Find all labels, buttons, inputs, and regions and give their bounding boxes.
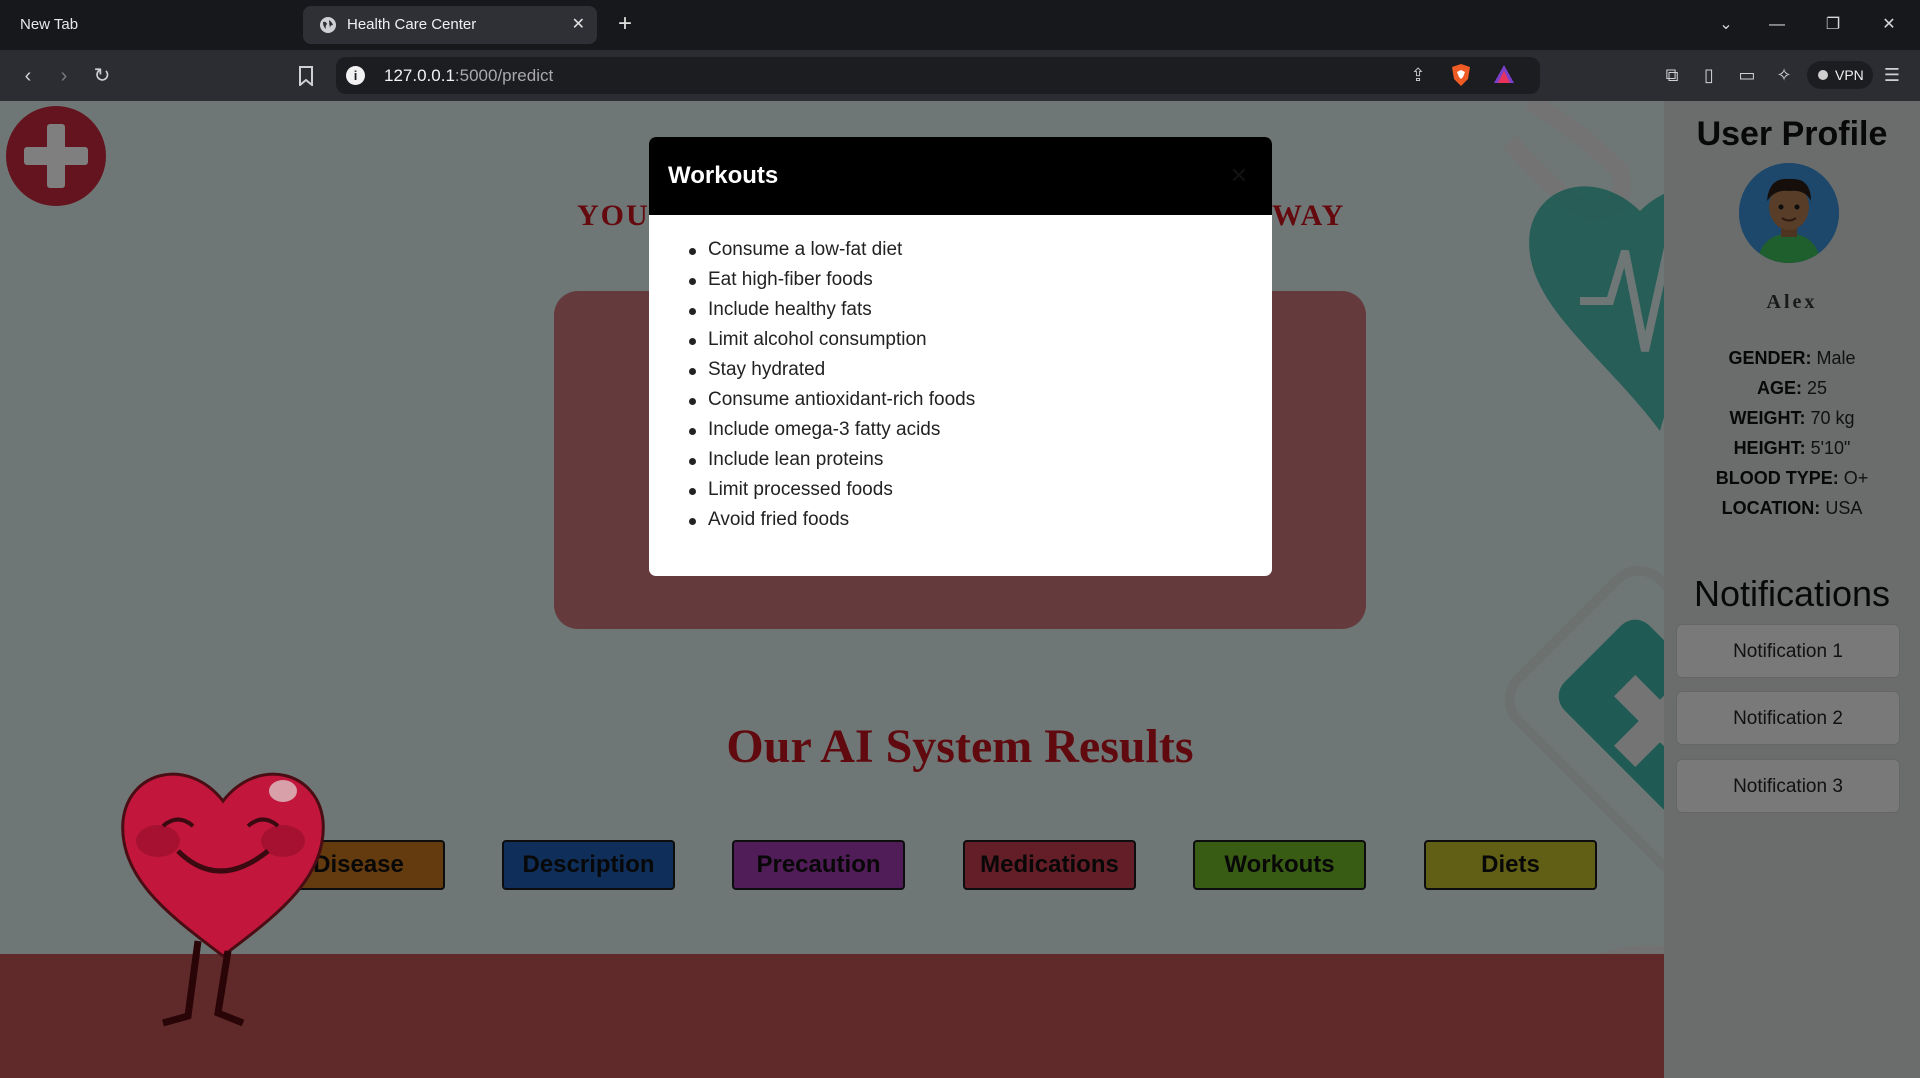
extensions-icon[interactable]: ⧉ <box>1660 63 1684 87</box>
tab-new-tab[interactable]: New Tab <box>12 8 86 42</box>
browser-toolbar: ‹ › ↻ i 127.0.0.1:5000/predict ⇪ ⧉ ▯ ▭ ✧… <box>0 50 1920 101</box>
share-icon[interactable]: ⇪ <box>1406 63 1430 87</box>
browser-tab-bar: New Tab Health Care Center ✕ + ⌄ — ❐ ✕ <box>0 0 1920 50</box>
workouts-list: Consume a low-fat diet Eat high-fiber fo… <box>688 235 975 535</box>
leo-ai-icon[interactable]: ✧ <box>1772 63 1796 87</box>
tab-health-care-center[interactable]: Health Care Center ✕ <box>303 6 597 44</box>
modal-title: Workouts <box>668 162 779 189</box>
list-item: Limit alcohol consumption <box>688 325 975 355</box>
close-window-icon[interactable]: ✕ <box>1866 0 1912 50</box>
menu-icon[interactable]: ☰ <box>1880 63 1904 87</box>
modal-close-icon[interactable]: ✕ <box>1224 161 1254 191</box>
modal-header: Workouts ✕ <box>649 137 1272 215</box>
sidebar-toggle-icon[interactable]: ▯ <box>1697 63 1721 87</box>
list-item: Eat high-fiber foods <box>688 265 975 295</box>
tab-list-chevron-icon[interactable]: ⌄ <box>1703 0 1749 50</box>
vpn-status-icon <box>1818 70 1828 80</box>
back-icon[interactable]: ‹ <box>14 62 42 90</box>
forward-icon[interactable]: › <box>50 62 78 90</box>
list-item: Consume antioxidant-rich foods <box>688 385 975 415</box>
list-item: Include lean proteins <box>688 445 975 475</box>
list-item: Include healthy fats <box>688 295 975 325</box>
brave-shield-icon[interactable] <box>1449 63 1473 87</box>
vpn-button[interactable]: VPN <box>1807 61 1873 89</box>
address-bar[interactable]: i 127.0.0.1:5000/predict ⇪ <box>336 57 1540 94</box>
list-item: Consume a low-fat diet <box>688 235 975 265</box>
bookmark-icon[interactable] <box>292 62 320 90</box>
globe-icon <box>320 17 336 33</box>
url-text: 127.0.0.1:5000/predict <box>384 66 554 85</box>
restore-icon[interactable]: ❐ <box>1810 0 1856 50</box>
tab-title: Health Care Center <box>347 16 477 33</box>
wallet-icon[interactable]: ▭ <box>1735 63 1759 87</box>
workouts-modal: Workouts ✕ Consume a low-fat diet Eat hi… <box>649 137 1272 576</box>
list-item: Avoid fried foods <box>688 505 975 535</box>
list-item: Include omega-3 fatty acids <box>688 415 975 445</box>
new-tab-button[interactable]: + <box>612 12 638 38</box>
page-viewport: YOU WAY Our AI System Results Disease De… <box>0 101 1920 1078</box>
list-item: Limit processed foods <box>688 475 975 505</box>
tab-close-icon[interactable]: ✕ <box>572 6 585 44</box>
rewards-triangle-icon[interactable] <box>1492 63 1516 87</box>
site-info-icon[interactable]: i <box>346 66 365 85</box>
minimize-icon[interactable]: — <box>1754 0 1800 50</box>
list-item: Stay hydrated <box>688 355 975 385</box>
heart-mascot-icon <box>121 772 325 1027</box>
reload-icon[interactable]: ↻ <box>88 62 116 90</box>
